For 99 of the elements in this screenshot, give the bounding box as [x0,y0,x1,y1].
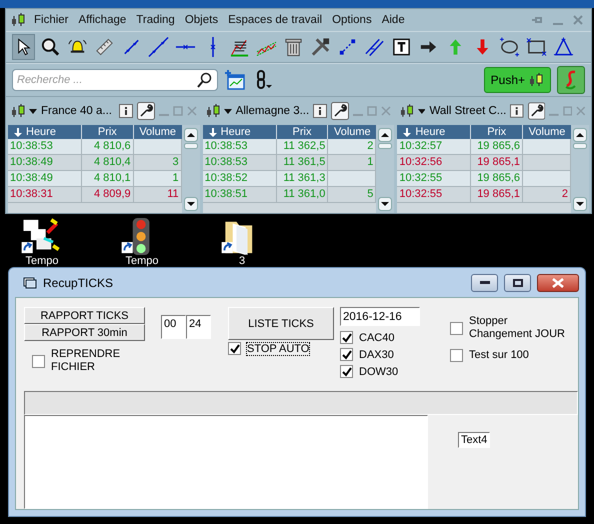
scroll-up-icon[interactable] [184,128,198,142]
scroll-up-icon[interactable] [573,128,588,142]
minimize-icon [480,280,490,284]
column-header[interactable]: Prix [98,126,117,138]
dropdown-caret-icon[interactable] [224,108,232,114]
wrench-button[interactable] [136,102,155,120]
maximize-button[interactable] [504,274,531,292]
chart-window-icon[interactable] [224,69,246,91]
parallel-icon [364,36,385,58]
checkbox-label: DOW30 [359,366,398,378]
checkbox[interactable] [340,365,353,378]
line-tool[interactable] [147,34,170,60]
scroll-down-icon[interactable] [378,197,392,211]
menu-item[interactable]: Trading [136,14,175,26]
text-label: Text4 [458,432,490,448]
hline-icon [175,44,196,50]
checkbox-label: Test sur 100 [469,349,530,362]
maximize-icon [512,278,522,286]
hour-field[interactable]: 24 [186,315,211,339]
scrollbar[interactable] [376,125,394,213]
menu-item[interactable]: Fichier [34,14,69,26]
column-header[interactable]: Heure [26,126,56,138]
ellipse-icon [499,36,520,58]
checkbox[interactable] [228,342,241,355]
sort-down-icon[interactable] [208,128,217,136]
menu-item[interactable]: Aide [382,14,405,26]
checkbox-label: DAX30 [359,348,394,360]
close-button[interactable] [537,274,579,292]
icon-label[interactable]: Tempo [125,255,159,267]
zoom-icon [40,36,61,58]
icon-label[interactable]: 3 [238,255,246,267]
scrollbar[interactable] [182,125,200,213]
ruler-icon [94,36,115,58]
column-header[interactable]: Volume [528,126,566,138]
scroll-thumb[interactable] [378,143,392,149]
minimize-button[interactable] [471,274,498,292]
report-button[interactable]: RAPPORT 30min [24,324,145,341]
scroll-thumb[interactable] [573,143,588,149]
window-title: RecupTICKS [43,276,114,290]
panel-title: France 40 a... [41,105,113,117]
date-field[interactable]: 2016-12-16 [340,307,420,326]
candlestick-icon [400,103,414,119]
rectangle-icon [526,36,547,58]
scroll-thumb[interactable] [184,143,198,149]
trash-icon [283,36,304,58]
wrench-button[interactable] [331,102,350,120]
scroll-down-icon[interactable] [184,197,198,211]
checkbox[interactable] [32,354,45,368]
close-icon [552,278,564,288]
checkbox-label: REPRENDRE FICHIER [51,348,121,374]
scroll-up-icon[interactable] [378,128,392,142]
wrench-button[interactable] [528,102,546,120]
checkbox-label: CAC40 [359,332,394,344]
column-header[interactable]: Prix [292,126,312,138]
candlestick-icon [206,103,220,119]
report-button[interactable]: RAPPORT TICKS [24,307,145,324]
window-icon [23,276,37,288]
text-icon [391,36,412,58]
checkbox[interactable] [340,348,353,361]
candlestick-icon [11,103,25,119]
info-icon[interactable] [118,104,133,118]
scroll-down-icon[interactable] [573,197,588,211]
checkbox[interactable] [340,331,353,344]
menu-item[interactable]: Objets [184,14,218,26]
column-header[interactable]: Volume [139,126,176,138]
line-icon [148,36,169,58]
icon-label[interactable]: Tempo [25,255,59,267]
menu-item[interactable]: Options [332,14,372,26]
search-icon[interactable] [197,72,213,88]
dropdown-caret-icon[interactable] [418,108,426,114]
column-header[interactable]: Heure [220,126,251,138]
menu-item[interactable]: Affichage [78,14,126,26]
sort-down-icon[interactable] [14,128,22,136]
search-field[interactable]: Recherche ... [12,69,218,91]
column-header[interactable]: Heure [415,126,446,138]
triangle-icon [553,36,574,58]
candlestick-icon [528,72,544,88]
sort-down-icon[interactable] [403,128,412,136]
checkbox-label: Stopper Changement JOUR [469,315,566,341]
push-button[interactable]: Push+ [484,67,551,93]
column-header[interactable]: Volume [334,126,371,138]
checkbox[interactable] [450,349,463,362]
checkbox[interactable] [450,322,463,334]
tools-icon [310,36,331,58]
hour-field[interactable]: 00 [161,315,186,339]
checkbox-label: STOP AUTO [247,342,310,354]
menu-item[interactable]: Espaces de travail [228,14,322,26]
column-header[interactable]: Prix [487,126,506,138]
panel-title: Allemagne 3... [236,105,310,117]
panel-title: Wall Street C... [429,105,506,117]
scrollbar[interactable] [571,125,590,213]
dropdown-caret-icon[interactable] [29,108,37,114]
pointer-tool[interactable] [12,34,35,60]
list-button[interactable]: LISTE TICKS [228,307,334,340]
candlestick-icon [10,12,26,28]
search-input[interactable]: Recherche ... [17,74,197,86]
info-icon[interactable] [313,104,328,118]
vline-icon [210,36,216,58]
info-icon[interactable] [510,104,524,118]
